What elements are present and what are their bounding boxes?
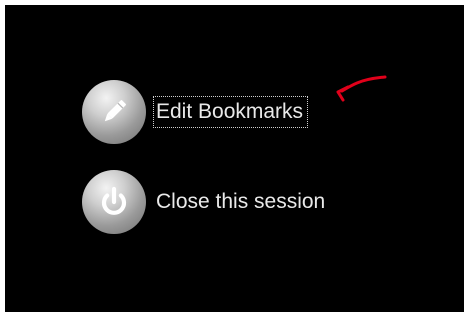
red-arrow-annotation — [336, 75, 387, 102]
edit-bookmarks-label[interactable]: Edit Bookmarks — [152, 96, 309, 128]
edit-bookmarks-menu-item[interactable]: Edit Bookmarks — [82, 80, 309, 144]
session-menu-panel: Edit Bookmarks Close this session — [5, 5, 464, 312]
pencil-icon — [104, 100, 126, 122]
power-icon — [101, 186, 127, 215]
close-session-menu-item[interactable]: Close this session — [82, 170, 329, 234]
close-session-button[interactable] — [82, 170, 146, 234]
edit-bookmarks-button[interactable] — [82, 80, 146, 144]
close-session-label[interactable]: Close this session — [154, 187, 329, 217]
